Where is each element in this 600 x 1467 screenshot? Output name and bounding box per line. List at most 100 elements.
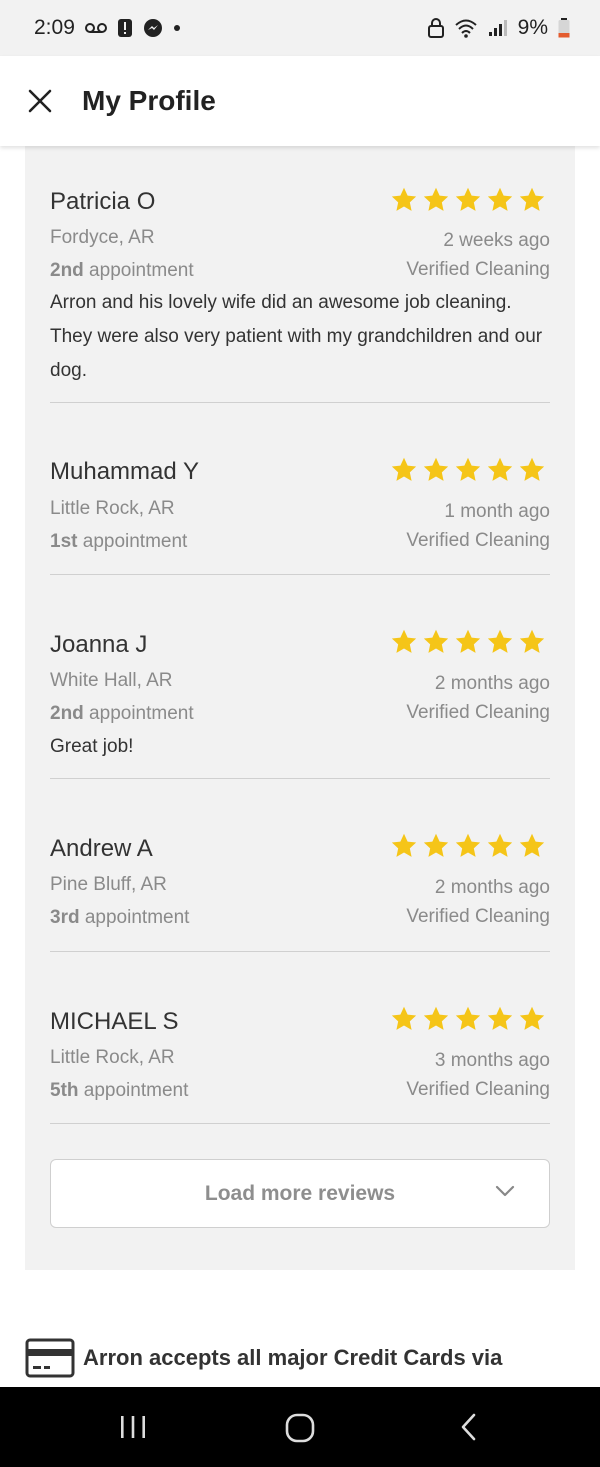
- verified-badge: Verified Cleaning: [406, 259, 550, 280]
- reviewer-name: Joanna J: [50, 631, 148, 658]
- appointment-count: 5th appointment: [50, 1080, 188, 1102]
- appointment-count: 2nd appointment: [50, 260, 194, 282]
- star-icon: [423, 1006, 449, 1030]
- verified-badge: Verified Cleaning: [406, 1079, 550, 1100]
- star-rating: [390, 832, 546, 860]
- review-item: MICHAEL S Little Rock, AR 3 months ago 5…: [50, 952, 550, 1124]
- reviewer-name: Andrew A: [50, 835, 153, 862]
- status-time: 2:09: [34, 16, 75, 39]
- review-time: 2 months ago: [434, 877, 550, 898]
- star-icon: [423, 833, 449, 857]
- dot-icon: [173, 24, 181, 32]
- review-item: Muhammad Y Little Rock, AR 1 month ago 1…: [50, 403, 550, 575]
- signal-icon: [488, 19, 508, 37]
- review-time: 3 months ago: [434, 1050, 550, 1071]
- appointment-ordinal: 1st: [50, 531, 78, 552]
- star-rating: [390, 1005, 546, 1033]
- verified-badge: Verified Cleaning: [406, 702, 550, 723]
- review-item: Joanna J White Hall, AR 2 months ago 2nd…: [50, 575, 550, 779]
- appointment-label: appointment: [77, 531, 188, 552]
- appointment-ordinal: 5th: [50, 1080, 79, 1101]
- appointment-label: appointment: [83, 703, 194, 724]
- review-text: Arron and his lovely wife did an awesome…: [50, 292, 543, 381]
- review-item: Andrew A Pine Bluff, AR 2 months ago 3rd…: [50, 779, 550, 952]
- chevron-down-icon: [495, 1185, 515, 1197]
- star-icon: [487, 1006, 513, 1030]
- reviewer-location: White Hall, AR: [50, 670, 173, 691]
- status-left: 2:09: [34, 16, 181, 40]
- battery-icon: [558, 18, 570, 38]
- voicemail-icon: [84, 22, 107, 34]
- review-text: Great job!: [50, 736, 134, 757]
- status-right: 9%: [427, 16, 570, 40]
- appointment-ordinal: 2nd: [50, 260, 84, 281]
- appointment-label: appointment: [83, 260, 194, 281]
- close-icon: [28, 89, 52, 113]
- recent-apps-button[interactable]: [118, 1409, 148, 1445]
- reviewer-location: Little Rock, AR: [50, 1047, 175, 1068]
- star-icon: [391, 457, 417, 481]
- status-bar: 2:09 9%: [0, 0, 600, 56]
- battery-percent: 9%: [517, 16, 548, 39]
- star-icon: [519, 833, 545, 857]
- close-button[interactable]: [26, 87, 54, 115]
- load-more-label: Load more reviews: [204, 1181, 396, 1205]
- app-header: My Profile: [0, 56, 600, 146]
- appointment-label: appointment: [78, 1080, 189, 1101]
- star-rating: [390, 456, 546, 484]
- appointment-count: 2nd appointment: [50, 703, 194, 725]
- star-icon: [423, 629, 449, 653]
- star-icon: [519, 629, 545, 653]
- review-time: 1 month ago: [444, 501, 550, 522]
- system-nav-bar: [0, 1387, 600, 1467]
- star-icon: [487, 833, 513, 857]
- star-icon: [487, 629, 513, 653]
- star-icon: [455, 833, 481, 857]
- star-rating: [390, 186, 546, 214]
- verified-badge: Verified Cleaning: [406, 906, 550, 927]
- recent-apps-icon: [121, 1416, 145, 1438]
- star-icon: [391, 1006, 417, 1030]
- credit-card-icon: [25, 1338, 75, 1378]
- star-icon: [455, 187, 481, 211]
- reviewer-location: Pine Bluff, AR: [50, 874, 167, 895]
- star-icon: [391, 629, 417, 653]
- star-icon: [455, 629, 481, 653]
- payment-text: Arron accepts all major Credit Cards via: [83, 1345, 503, 1370]
- messenger-icon: [143, 18, 163, 38]
- reviewer-name: Muhammad Y: [50, 458, 199, 485]
- home-icon: [285, 1413, 315, 1443]
- reviewer-location: Little Rock, AR: [50, 498, 175, 519]
- star-icon: [423, 457, 449, 481]
- load-more-reviews-button[interactable]: Load more reviews: [50, 1159, 550, 1228]
- appointment-count: 3rd appointment: [50, 907, 189, 929]
- review-time: 2 weeks ago: [443, 230, 550, 251]
- home-button[interactable]: [283, 1409, 317, 1445]
- back-button[interactable]: [456, 1409, 482, 1445]
- star-icon: [487, 187, 513, 211]
- payment-info: Arron accepts all major Credit Cards via: [25, 1338, 502, 1378]
- alert-icon: [117, 18, 133, 38]
- wifi-icon: [454, 18, 478, 38]
- reviewer-name: MICHAEL S: [50, 1008, 179, 1035]
- lock-icon: [427, 18, 444, 38]
- review-item: Patricia O Fordyce, AR 2 weeks ago 2nd a…: [50, 146, 550, 403]
- verified-badge: Verified Cleaning: [406, 530, 550, 551]
- star-icon: [519, 1006, 545, 1030]
- star-icon: [519, 457, 545, 481]
- star-icon: [391, 187, 417, 211]
- review-time: 2 months ago: [434, 673, 550, 694]
- appointment-ordinal: 3rd: [50, 907, 80, 928]
- reviews-panel: Patricia O Fordyce, AR 2 weeks ago 2nd a…: [25, 146, 575, 1270]
- star-icon: [391, 833, 417, 857]
- appointment-count: 1st appointment: [50, 531, 187, 553]
- star-icon: [519, 187, 545, 211]
- appointment-label: appointment: [79, 907, 190, 928]
- back-icon: [461, 1413, 476, 1441]
- page-title: My Profile: [82, 85, 216, 116]
- star-icon: [487, 457, 513, 481]
- reviewer-location: Fordyce, AR: [50, 227, 155, 248]
- star-icon: [455, 1006, 481, 1030]
- appointment-ordinal: 2nd: [50, 703, 84, 724]
- star-icon: [455, 457, 481, 481]
